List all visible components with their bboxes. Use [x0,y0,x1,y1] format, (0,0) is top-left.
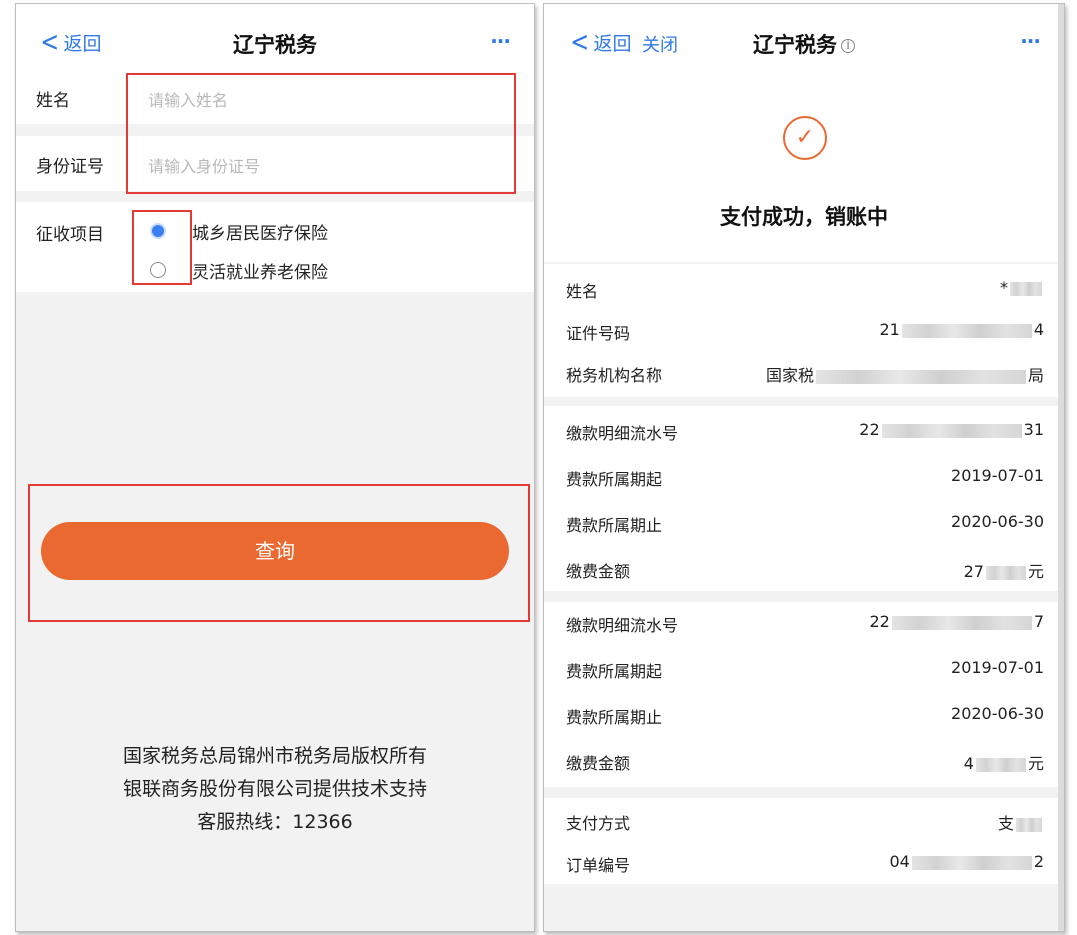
order-number-label: 订单编号 [566,856,631,875]
id-label: 证件号码 [566,324,631,343]
payment-method-label: 支付方式 [566,814,631,833]
amount-label: 缴费金额 [566,562,631,581]
org-value: 国家税 局 [766,362,1044,386]
order-number-value: 04 2 [889,852,1044,871]
period-start-label: 费款所属期起 [566,662,663,681]
redacted-block [815,369,1026,384]
option-medical-insurance[interactable]: 城乡居民医疗保险 [192,219,328,244]
check-circle-icon: ✓ [783,116,827,160]
id-value: 21 4 [879,320,1044,339]
period-end-value: 2020-06-30 [951,512,1044,531]
period-end-value: 2020-06-30 [951,704,1044,723]
redacted-block [911,855,1032,870]
redacted-block [975,757,1026,772]
name-prefix: * [1000,278,1008,297]
serial-label: 缴款明细流水号 [566,424,679,443]
copyright-text: 国家税务总局锦州市税务局版权所有 [122,745,427,767]
org-prefix: 国家税 [765,366,814,385]
payment-record-1: 缴款明细流水号 22 31 费款所属期起 2019-07-01 费款所属期止 20… [544,406,1064,591]
serial-prefix: 22 [859,420,880,439]
period-end-label: 费款所属期止 [566,708,663,727]
period-start-label: 费款所属期起 [566,470,663,489]
hotline-text: 客服热线：12366 [197,811,353,833]
period-start-value: 2019-07-01 [951,466,1044,485]
redacted-block [1016,817,1042,832]
payment-result-screen: < 返回 关闭 辽宁税务 i ··· ✓ 支付成功，销账中 姓名 * 证件号码 2… [543,3,1065,932]
taxpayer-info-section: 姓名 * 证件号码 21 4 税务机构名称 国家税 局 [544,264,1064,397]
redacted-block [881,423,1022,438]
payment-method-value: 支 [998,810,1044,834]
levy-item-label: 征收项目 [36,225,104,245]
nav-bar: < 返回 辽宁税务 ··· [16,4,534,80]
name-label: 姓名 [566,282,599,301]
scrollbar[interactable] [1058,4,1064,931]
order-prefix: 04 [889,852,910,871]
name-value: * [1000,278,1044,297]
page-title: 辽宁税务 [233,33,317,57]
more-menu-icon[interactable]: ··· [1020,29,1041,53]
amount-prefix: 27 [963,562,984,581]
period-end-label: 费款所属期止 [566,516,663,535]
query-screen: < 返回 辽宁税务 ··· 姓名 请输入姓名 身份证号 请输入身份证号 征收项目… [15,3,535,932]
redacted-block [901,323,1032,338]
serial-value: 22 7 [869,612,1044,631]
more-menu-icon[interactable]: ··· [490,29,511,53]
serial-prefix: 22 [869,612,890,631]
amount-value: 4元 [964,750,1044,774]
amount-prefix: 4 [963,754,974,773]
redacted-block [891,615,1032,630]
serial-label: 缴款明细流水号 [566,616,679,635]
redacted-block [1010,281,1042,296]
tech-support-text: 银联商务股份有限公司提供技术支持 [122,778,427,800]
payment-status: 支付成功，销账中 [720,205,888,229]
redacted-block [985,565,1026,580]
amount-suffix: 元 [1027,754,1044,773]
method-prefix: 支 [997,814,1014,833]
id-prefix: 21 [879,320,900,339]
nav-bar: < 返回 关闭 辽宁税务 i ··· [544,4,1064,80]
id-label: 身份证号 [36,157,104,177]
payment-info-section: 支付方式 支 订单编号 04 2 [544,798,1064,884]
footer: 国家税务总局锦州市税务局版权所有 银联商务股份有限公司提供技术支持 客服热线：1… [16,740,534,839]
order-suffix: 2 [1033,852,1044,871]
org-suffix: 局 [1027,366,1044,385]
levy-item-row: 征收项目 城乡居民医疗保险 灵活就业养老保险 [16,202,534,292]
name-label: 姓名 [36,91,70,111]
info-icon[interactable]: i [841,39,855,53]
period-start-value: 2019-07-01 [951,658,1044,677]
amount-value: 27 元 [964,558,1044,582]
serial-suffix: 7 [1033,612,1044,631]
option-pension-insurance[interactable]: 灵活就业养老保险 [192,258,328,283]
org-label: 税务机构名称 [566,366,663,385]
serial-suffix: 31 [1023,420,1044,439]
amount-suffix: 元 [1027,562,1044,581]
payment-record-2: 缴款明细流水号 22 7 费款所属期起 2019-07-01 费款所属期止 202… [544,602,1064,787]
highlight-radios [132,210,192,285]
amount-label: 缴费金额 [566,754,631,773]
serial-value: 22 31 [859,420,1044,439]
page-title-wrap: 辽宁税务 i [544,29,1064,59]
highlight-inputs [126,73,516,194]
id-suffix: 4 [1033,320,1044,339]
page-title: 辽宁税务 [753,33,837,57]
highlight-query-button [28,484,530,622]
